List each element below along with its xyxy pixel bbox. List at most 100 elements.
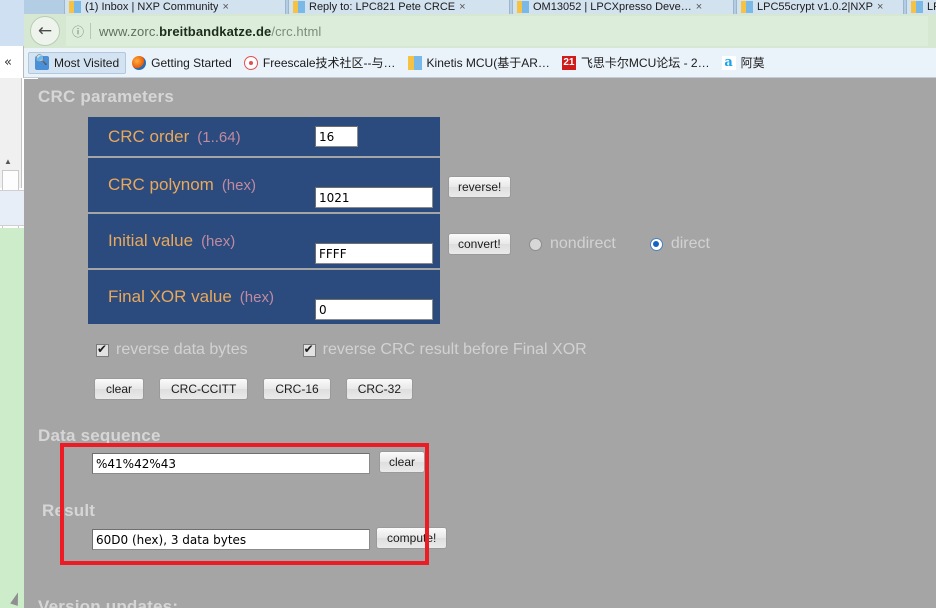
param-hint: (hex) xyxy=(221,177,256,194)
version-updates-heading: Version updates: xyxy=(38,597,179,608)
url-prefix: www.zorc. xyxy=(99,23,160,39)
param-hint: (hex) xyxy=(239,289,274,306)
radio-option-nondirect[interactable]: nondirect xyxy=(529,235,616,253)
crc-polynom-field-cell xyxy=(303,156,440,212)
checkbox-icon[interactable] xyxy=(302,342,316,357)
bookmark-kinetis-mcu[interactable]: Kinetis MCU(基于AR… xyxy=(402,52,556,74)
tab-title: Reply to: LPC821 Pete CRCE xyxy=(309,1,456,13)
bookmark-label: Most Visited xyxy=(54,55,120,70)
close-icon[interactable]: × xyxy=(696,1,702,13)
browser-window: (1) Inbox | NXP Community × Reply to: LP… xyxy=(24,0,936,608)
crc-polynom-input[interactable] xyxy=(315,187,433,208)
bookmark-most-visited[interactable]: Most Visited xyxy=(28,51,127,74)
star-bookmark-icon xyxy=(35,55,49,70)
tab-title: (1) Inbox | NXP Community xyxy=(85,1,219,13)
background-scrollbar[interactable]: ▲ xyxy=(0,78,22,258)
final-xor-field-cell xyxy=(303,268,440,324)
chevron-up-icon[interactable]: ▲ xyxy=(4,158,12,166)
tab-title: LPC55crypt v1.0.2|NXP xyxy=(757,1,873,13)
firefox-icon xyxy=(132,55,147,70)
bookmark-freescale[interactable]: Freescale技术社区--与… xyxy=(238,52,402,74)
url-domain: breitbandkatze.de xyxy=(159,23,272,39)
param-name: Final XOR value xyxy=(108,287,232,306)
radio-option-direct[interactable]: direct xyxy=(649,235,710,253)
direct-mode-radio-group: nondirect direct xyxy=(529,235,710,253)
param-hint: (hex) xyxy=(201,233,236,250)
tab-favicon-icon xyxy=(911,1,923,13)
url-divider xyxy=(90,23,91,39)
address-bar[interactable]: ⓘ www.zorc.breitbandkatze.de/crc.html xyxy=(66,16,928,46)
amo-icon: a xyxy=(721,55,736,70)
initial-value-field-cell xyxy=(303,212,440,268)
reverse-options-row: reverse data bytes reverse CRC result be… xyxy=(96,341,587,359)
bookmark-label: 阿莫 xyxy=(740,56,765,70)
tab-favicon-icon xyxy=(741,1,753,13)
convert-button[interactable]: convert! xyxy=(448,233,511,255)
tab-strip: (1) Inbox | NXP Community × Reply to: LP… xyxy=(24,0,936,14)
chevron-left-icon[interactable]: « xyxy=(4,56,12,69)
bookmark-label: Kinetis MCU(基于AR… xyxy=(426,56,550,70)
browser-tab[interactable]: LPC55crypt v1.0.2|NXP × xyxy=(736,0,904,14)
tab-favicon-icon xyxy=(69,1,81,13)
final-xor-input[interactable] xyxy=(315,299,433,320)
url-path: /crc.html xyxy=(271,23,322,39)
checkbox-icon[interactable] xyxy=(96,342,109,357)
initial-value-label-cell: Initial value (hex) xyxy=(88,212,303,268)
close-icon[interactable]: × xyxy=(459,1,465,13)
tab-favicon-icon xyxy=(517,1,529,13)
close-icon[interactable]: × xyxy=(222,1,228,13)
crc-16-preset-button[interactable]: CRC-16 xyxy=(263,378,331,400)
radio-label: direct xyxy=(670,235,710,252)
radio-label: nondirect xyxy=(550,235,616,252)
clear-parameters-button[interactable]: clear xyxy=(94,378,145,400)
table-row: Initial value (hex) xyxy=(88,212,440,268)
initial-value-input[interactable] xyxy=(315,243,433,264)
bookmark-freescale-forum[interactable]: 21 飞思卡尔MCU论坛 - 2… xyxy=(556,52,716,74)
bookmark-label: 飞思卡尔MCU论坛 - 2… xyxy=(580,56,710,70)
info-icon[interactable]: ⓘ xyxy=(66,23,90,40)
checkbox-reverse-data-bytes[interactable]: reverse data bytes xyxy=(96,341,248,359)
crc-parameters-table: CRC order (1..64) CRC polynom (hex) Initia… xyxy=(88,117,440,324)
radio-direct-icon[interactable] xyxy=(649,237,663,251)
tab-title: LPCXp xyxy=(927,1,936,13)
checkbox-label: reverse data bytes xyxy=(116,341,248,358)
param-hint: (1..64) xyxy=(197,128,241,146)
bookmarks-bar: Most Visited Getting Started Freescale技术… xyxy=(24,48,936,78)
browser-tab[interactable]: (1) Inbox | NXP Community × xyxy=(64,0,286,14)
preset-buttons-row: clear CRC-CCITT CRC-16 CRC-32 xyxy=(94,378,414,400)
url-text: www.zorc.breitbandkatze.de/crc.html xyxy=(99,24,321,39)
close-icon[interactable]: × xyxy=(877,1,883,13)
reverse-button[interactable]: reverse! xyxy=(448,176,512,198)
browser-tab[interactable]: OM13052 | LPCXpresso Deve… × xyxy=(512,0,734,14)
checkbox-reverse-crc-result[interactable]: reverse CRC result before Final XOR xyxy=(302,341,587,359)
freescale-icon xyxy=(243,55,258,70)
param-name: CRC order xyxy=(108,126,190,146)
checkbox-label: reverse CRC result before Final XOR xyxy=(322,341,587,358)
bookmark-amo[interactable]: a 阿莫 xyxy=(716,52,771,74)
browser-tab[interactable]: LPCXp xyxy=(906,0,936,14)
red-21-icon: 21 xyxy=(561,55,576,70)
radio-nondirect-icon[interactable] xyxy=(529,237,542,251)
annotation-highlight-box xyxy=(60,443,429,565)
navigation-bar: ← ⓘ www.zorc.breitbandkatze.de/crc.html xyxy=(24,14,936,48)
tab-title: OM13052 | LPCXpresso Deve… xyxy=(533,1,692,13)
table-row: Final XOR value (hex) xyxy=(88,268,440,324)
table-row: CRC polynom (hex) xyxy=(88,156,440,212)
background-window-content xyxy=(0,228,24,608)
crc-polynom-label-cell: CRC polynom (hex) xyxy=(88,156,303,212)
arrow-left-icon: ← xyxy=(37,21,53,41)
crc-order-input[interactable] xyxy=(315,126,358,147)
crc-32-preset-button[interactable]: CRC-32 xyxy=(345,378,414,400)
tab-favicon-icon xyxy=(293,1,305,13)
back-button[interactable]: ← xyxy=(30,16,60,46)
page-content: CRC parameters CRC order (1..64) CRC poly… xyxy=(24,79,936,608)
final-xor-label-cell: Final XOR value (hex) xyxy=(88,268,303,324)
bookmark-getting-started[interactable]: Getting Started xyxy=(126,52,238,74)
param-name: CRC polynom xyxy=(108,175,214,194)
browser-tab[interactable]: Reply to: LPC821 Pete CRCE × xyxy=(288,0,510,14)
bookmark-label: Freescale技术社区--与… xyxy=(262,56,396,70)
crc-order-label-cell: CRC order (1..64) xyxy=(88,117,303,156)
stripes-icon xyxy=(407,55,422,70)
param-name: Initial value xyxy=(108,231,194,250)
crc-ccitt-preset-button[interactable]: CRC-CCITT xyxy=(159,378,249,400)
